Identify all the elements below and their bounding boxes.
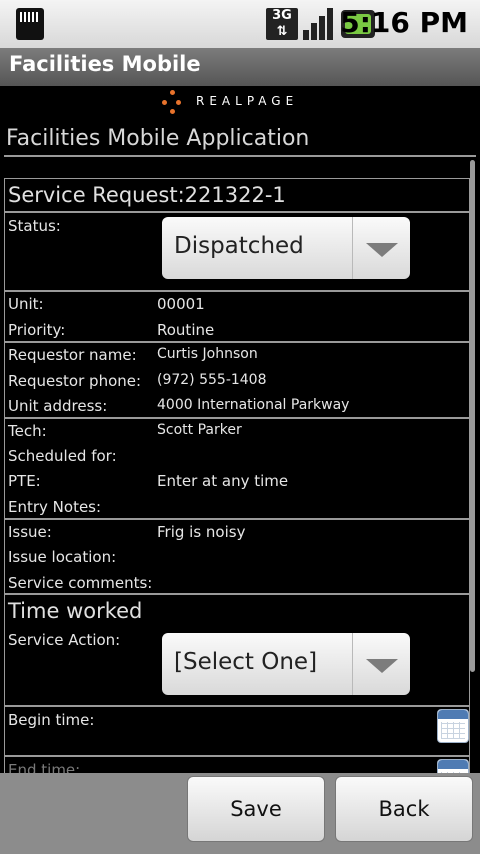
begin-time-label: Begin time:: [8, 711, 95, 729]
status-label: Status:: [8, 217, 61, 235]
divider: [5, 290, 469, 292]
end-time-calendar-icon[interactable]: [437, 759, 469, 773]
save-button[interactable]: Save: [187, 776, 325, 842]
divider: [5, 417, 469, 419]
service-comments-label: Service comments:: [8, 574, 153, 592]
issue-label: Issue:: [8, 523, 52, 541]
priority-value: Routine: [157, 321, 215, 339]
service-action-dropdown[interactable]: [Select One]: [162, 633, 410, 695]
logo-dots-icon: [160, 88, 184, 116]
signal-strength-icon: [303, 8, 335, 40]
requestor-phone-value[interactable]: (972) 555-1408: [157, 372, 267, 388]
service-request-title: Service Request:221322-1: [8, 183, 286, 207]
app-title: Facilities Mobile: [9, 52, 201, 76]
priority-label: Priority:: [8, 321, 66, 339]
time-worked-title: Time worked: [8, 599, 143, 623]
dropdown-divider: [352, 633, 353, 695]
service-action-label: Service Action:: [8, 631, 121, 649]
unit-value: 00001: [157, 295, 205, 313]
dropdown-divider: [352, 217, 353, 279]
sd-card-icon: [16, 8, 44, 40]
tech-label: Tech:: [8, 422, 47, 440]
clock: 5:16 PM: [340, 6, 468, 39]
divider: [5, 518, 469, 520]
back-button[interactable]: Back: [335, 776, 473, 842]
realpage-logo: REALPAGE: [160, 88, 330, 116]
issue-location-label: Issue location:: [8, 548, 117, 566]
pte-label: PTE:: [8, 472, 41, 490]
pte-value: Enter at any time: [157, 472, 289, 490]
unit-label: Unit:: [8, 295, 44, 313]
service-request-form: Service Request:221322-1 Status: Dispatc…: [4, 178, 470, 774]
title-divider: [4, 155, 476, 157]
entry-notes-label: Entry Notes:: [8, 498, 102, 516]
logo-text: REALPAGE: [196, 94, 299, 108]
network-type-label: 3G: [272, 8, 292, 23]
app-title-bar: Facilities Mobile: [0, 48, 480, 86]
chevron-down-icon: [366, 243, 398, 257]
service-action-dropdown-value: [Select One]: [174, 649, 318, 675]
requestor-name-label: Requestor name:: [8, 346, 137, 364]
begin-time-calendar-icon[interactable]: [437, 709, 469, 743]
divider: [5, 341, 469, 343]
issue-value: Frig is noisy: [157, 523, 246, 541]
bottom-button-bar: Save Back: [0, 773, 480, 854]
divider: [5, 705, 469, 707]
status-dropdown-value: Dispatched: [174, 233, 304, 259]
page-title: Facilities Mobile Application: [6, 126, 310, 151]
scheduled-for-label: Scheduled for:: [8, 447, 117, 465]
chevron-down-icon: [366, 659, 398, 673]
status-bar: 3G ⇅ 5:16 PM: [0, 0, 480, 48]
unit-address-label: Unit address:: [8, 397, 108, 415]
requestor-name-value: Curtis Johnson: [157, 346, 258, 362]
network-3g-icon: 3G ⇅: [266, 8, 298, 40]
requestor-phone-label: Requestor phone:: [8, 372, 142, 390]
divider: [5, 593, 469, 595]
unit-address-value: 4000 International Parkway: [157, 397, 350, 413]
tech-value: Scott Parker: [157, 422, 242, 438]
divider: [5, 211, 469, 213]
divider: [5, 755, 469, 757]
status-dropdown[interactable]: Dispatched: [162, 217, 410, 279]
scrollbar[interactable]: [470, 160, 475, 672]
